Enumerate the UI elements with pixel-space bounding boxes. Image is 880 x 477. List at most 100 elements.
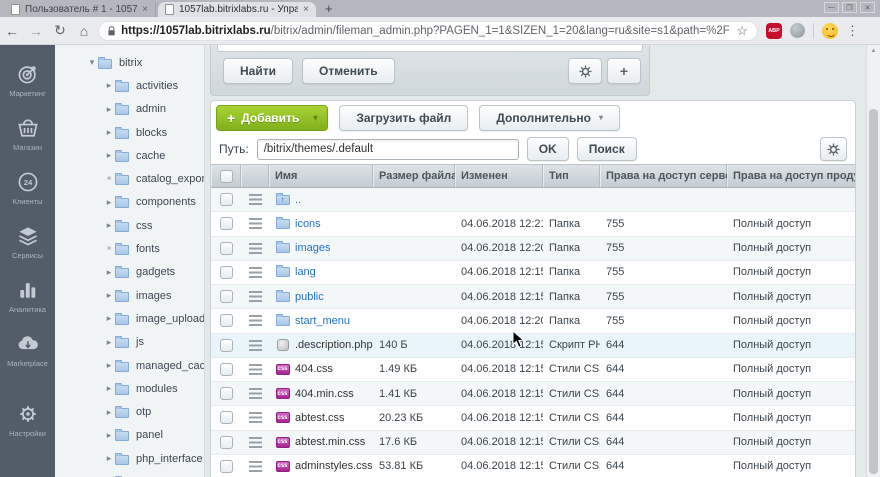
file-name-link[interactable]: abtest.css	[295, 412, 345, 424]
tree-item-panel[interactable]: ▸ panel	[55, 424, 204, 447]
table-row-adminstyles.css[interactable]: css adminstyles.css 53.81 КБ 04.06.2018 1…	[211, 454, 855, 477]
tree-item-css[interactable]: ▸ css	[55, 214, 204, 237]
tree-toggle-icon[interactable]: ▸	[103, 407, 115, 418]
row-menu-icon[interactable]	[248, 339, 262, 351]
row-checkbox[interactable]	[219, 193, 233, 207]
tree-item-blocks[interactable]: ▸ blocks	[55, 121, 204, 144]
table-settings-button[interactable]	[820, 137, 847, 161]
tree-item-php_interface[interactable]: ▸ php_interface	[55, 447, 204, 470]
tree-toggle-icon[interactable]: ▸	[103, 430, 115, 441]
tree-item-admin[interactable]: ▸ admin	[55, 98, 204, 121]
tab-close-icon[interactable]: ×	[303, 4, 309, 15]
header-type[interactable]: Тип	[543, 165, 600, 187]
file-name-link[interactable]: ..	[295, 194, 301, 206]
find-button[interactable]: Найти	[223, 58, 293, 84]
home-icon[interactable]: ⌂	[72, 23, 96, 39]
table-row-..[interactable]: ..	[211, 188, 855, 213]
header-modified[interactable]: Изменен	[455, 165, 543, 187]
tree-toggle-icon[interactable]: ▸	[103, 197, 115, 208]
table-row-404.css[interactable]: css 404.css 1.49 КБ 04.06.2018 12:15:53 С…	[211, 357, 855, 382]
tree-item-otp[interactable]: ▸ otp	[55, 400, 204, 423]
tree-toggle-icon[interactable]: ▸	[103, 150, 115, 161]
path-input[interactable]: /bitrix/themes/.default	[256, 138, 519, 160]
select-all-checkbox[interactable]	[219, 169, 233, 183]
tree-toggle-icon[interactable]: ■	[103, 246, 115, 252]
tree-toggle-icon[interactable]: ▸	[103, 313, 115, 324]
tree-item-cache[interactable]: ▸ cache	[55, 144, 204, 167]
row-checkbox[interactable]	[219, 241, 233, 255]
tree-toggle-icon[interactable]: ▸	[103, 360, 115, 371]
browser-tab-2[interactable]: 1057lab.bitrixlabs.ru - Управле ×	[158, 2, 316, 17]
tree-toggle-icon[interactable]: ■	[103, 176, 115, 182]
tree-item-activities[interactable]: ▸ activities	[55, 74, 204, 97]
table-row-start_menu[interactable]: start_menu 04.06.2018 12:20:23 Папка 755…	[211, 309, 855, 334]
header-name[interactable]: Имя	[269, 165, 373, 187]
row-menu-icon[interactable]	[248, 363, 262, 375]
row-checkbox[interactable]	[219, 290, 233, 304]
file-name-link[interactable]: abtest.min.css	[295, 436, 365, 448]
back-icon[interactable]: ←	[0, 23, 24, 39]
tree-item-modules[interactable]: ▸ modules	[55, 377, 204, 400]
tree-item-gadgets[interactable]: ▸ gadgets	[55, 261, 204, 284]
maximize-button[interactable]: ❐	[842, 2, 857, 13]
file-name-link[interactable]: images	[295, 242, 330, 254]
table-row-abtest.min.css[interactable]: css abtest.min.css 17.6 КБ 04.06.2018 12:…	[211, 430, 855, 455]
table-row-abtest.css[interactable]: css abtest.css 20.23 КБ 04.06.2018 12:15:…	[211, 406, 855, 431]
file-name-link[interactable]: 404.css	[295, 363, 333, 375]
tab-close-icon[interactable]: ×	[142, 4, 148, 15]
forward-icon[interactable]: →	[24, 23, 48, 39]
tree-toggle-icon[interactable]: ▸	[103, 453, 115, 464]
tree-toggle-icon[interactable]: ▸	[103, 267, 115, 278]
row-checkbox[interactable]	[219, 459, 233, 473]
row-menu-icon[interactable]	[248, 315, 262, 327]
scrollbar-up-arrow[interactable]: ▲	[867, 45, 880, 54]
tree-item-managed_cache[interactable]: ▸ managed_cache	[55, 354, 204, 377]
tree-item-fonts[interactable]: ■ fonts	[55, 237, 204, 260]
row-menu-icon[interactable]	[248, 218, 262, 230]
adblock-extension-icon[interactable]: ABP	[766, 22, 782, 39]
file-name-link[interactable]: start_menu	[295, 315, 350, 327]
sidebar-item-shop[interactable]: Магазин	[0, 107, 55, 161]
row-checkbox[interactable]	[219, 265, 233, 279]
emoji-extension-icon[interactable]	[822, 22, 838, 39]
file-name-link[interactable]: adminstyles.css	[295, 460, 373, 472]
tree-item-js[interactable]: ▸ js	[55, 331, 204, 354]
ok-button[interactable]: OK	[526, 137, 569, 161]
bookmark-star-icon[interactable]: ☆	[736, 23, 748, 39]
file-name-link[interactable]: lang	[295, 266, 316, 278]
row-menu-icon[interactable]	[248, 412, 262, 424]
table-row-lang[interactable]: lang 04.06.2018 12:15:53 Папка 755 Полны…	[211, 260, 855, 285]
tree-toggle-icon[interactable]: ▸	[103, 383, 115, 394]
row-menu-icon[interactable]	[248, 194, 262, 206]
row-menu-icon[interactable]	[248, 291, 262, 303]
sidebar-item-marketing[interactable]: Маркетинг	[0, 53, 55, 107]
tree-toggle-icon[interactable]: ▸	[103, 80, 115, 91]
minimize-button[interactable]: —	[824, 2, 839, 13]
row-checkbox[interactable]	[219, 387, 233, 401]
header-size[interactable]: Размер файла	[373, 165, 455, 187]
table-row-404.min.css[interactable]: css 404.min.css 1.41 КБ 04.06.2018 12:15:…	[211, 382, 855, 407]
close-button[interactable]: ✕	[860, 2, 875, 13]
header-product-access[interactable]: Права на доступ продукта	[727, 165, 855, 187]
sidebar-item-services[interactable]: Сервисы	[0, 215, 55, 269]
table-row-public[interactable]: public 04.06.2018 12:15:53 Папка 755 Пол…	[211, 285, 855, 310]
address-bar[interactable]: https://1057lab.bitrixlabs.ru/bitrix/adm…	[98, 20, 758, 41]
row-checkbox[interactable]	[219, 314, 233, 328]
add-button[interactable]: + Добавить ▾	[216, 104, 329, 131]
file-name-link[interactable]: icons	[295, 218, 321, 230]
browser-tab-1[interactable]: Пользователь # 1 - 1057lab.b ×	[4, 2, 156, 17]
tree-toggle-icon[interactable]: ▸	[103, 127, 115, 138]
search-button[interactable]: Поиск	[576, 137, 637, 161]
new-tab-button[interactable]: +	[325, 1, 333, 16]
table-row-.description.php[interactable]: .description.php 140 Б 04.06.2018 12:15:…	[211, 333, 855, 358]
table-row-images[interactable]: images 04.06.2018 12:20:09 Папка 755 Пол…	[211, 236, 855, 261]
file-name-link[interactable]: 404.min.css	[295, 388, 354, 400]
tree-item-services[interactable]: ▸ services	[55, 470, 204, 477]
globe-extension-icon[interactable]	[790, 23, 805, 38]
row-checkbox[interactable]	[219, 362, 233, 376]
row-checkbox[interactable]	[219, 217, 233, 231]
tree-item-image_uploader[interactable]: ▸ image_uploader	[55, 307, 204, 330]
tree-item-bitrix[interactable]: ▾ bitrix	[55, 51, 204, 74]
table-row-icons[interactable]: icons 04.06.2018 12:21:15 Папка 755 Полн…	[211, 212, 855, 237]
row-menu-icon[interactable]	[248, 460, 262, 472]
